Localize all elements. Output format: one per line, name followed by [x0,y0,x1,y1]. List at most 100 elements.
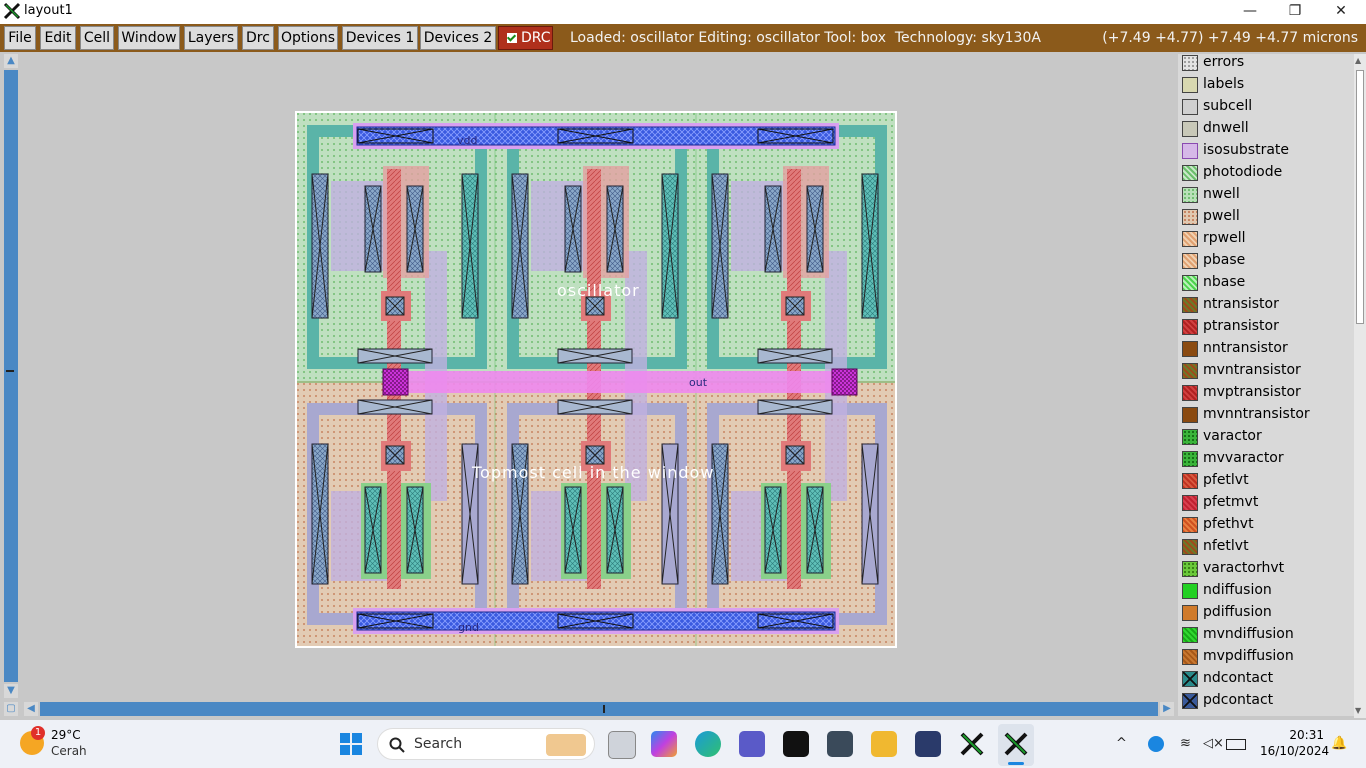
layer-swatch-icon [1182,517,1198,533]
maximize-button[interactable]: ❐ [1272,0,1318,24]
taskbar-search[interactable]: Search [377,728,595,760]
minimize-button[interactable]: — [1227,0,1273,24]
cell-name-label: oscillator [557,281,640,300]
scroll-left-arrow-icon[interactable]: ◀ [24,702,38,716]
security-icon[interactable] [1148,736,1164,752]
battery-icon[interactable] [1226,739,1246,750]
layer-name: mvnntransistor [1203,406,1310,422]
layer-swatch-icon [1182,495,1198,511]
file-explorer-icon[interactable] [871,731,897,757]
layer-name: pdcontact [1203,692,1274,708]
layer-swatch-icon [1182,429,1198,445]
close-button[interactable]: ✕ [1318,0,1364,24]
xming-x-icon [3,2,21,20]
layer-name: nbase [1203,274,1246,290]
windows-start-icon[interactable] [339,732,363,756]
menu-layers[interactable]: Layers [184,26,238,50]
copilot-icon[interactable] [651,731,677,757]
coordinate-readout: (+7.49 +4.77) +7.49 +4.77 microns [1102,30,1358,46]
notification-badge: 1 [31,726,45,740]
checkbox-icon [507,33,517,43]
active-indicator [1008,762,1024,765]
zoom-box-icon[interactable]: ▢ [4,702,18,716]
menu-devices-2[interactable]: Devices 2 [420,26,496,50]
search-icon [389,737,405,753]
layer-palette: errors labels subcell dnwell isosubstrat… [1178,54,1354,716]
layer-name: mvntransistor [1203,362,1301,378]
window-title: layout1 [24,3,73,18]
menu-file[interactable]: File [4,26,36,50]
scroll-down-arrow-icon[interactable]: ▼ [4,684,18,698]
menu-options[interactable]: Options [278,26,338,50]
layer-name: varactorhvt [1203,560,1285,576]
layer-name: ptransistor [1203,318,1279,334]
layer-name: errors [1203,54,1245,70]
layer-panel-scrollbar[interactable]: ▲ ▼ [1354,54,1366,718]
layer-swatch-icon [1182,539,1198,555]
layer-name: mvpdiffusion [1203,648,1294,664]
scroll-right-arrow-icon[interactable]: ▶ [1160,702,1174,716]
notification-bell-icon[interactable]: 🔔 [1331,736,1347,751]
chevron-up-icon[interactable]: ^ [1116,736,1127,751]
layer-swatch-icon [1182,143,1198,159]
layer-name: ndcontact [1203,670,1274,686]
layer-name: subcell [1203,98,1253,114]
drc-toggle[interactable]: DRC [498,26,553,50]
teams-icon[interactable] [739,731,765,757]
menu-window[interactable]: Window [118,26,180,50]
layer-name: rpwell [1203,230,1246,246]
layer-name: pfethvt [1203,516,1254,532]
scroll-up-arrow-icon[interactable]: ▲ [1355,56,1361,65]
vertical-scrollbar[interactable] [4,70,18,682]
menu-cell[interactable]: Cell [80,26,114,50]
layer-swatch-icon [1182,671,1198,687]
search-label: Search [414,736,463,752]
task-view-icon[interactable] [608,731,636,759]
layer-swatch-icon [1182,209,1198,225]
search-highlight-icon [546,734,586,756]
layer-swatch-icon [1182,165,1198,181]
horizontal-scrollbar[interactable] [40,702,1158,716]
clock-date[interactable]: 16/10/2024 [1260,744,1329,758]
xming-x-active-icon[interactable] [1003,731,1029,757]
xming-x-icon[interactable] [959,731,985,757]
layer-swatch-icon [1182,187,1198,203]
menu-drc[interactable]: Drc [242,26,274,50]
edge-browser-icon[interactable] [695,731,721,757]
menu-edit[interactable]: Edit [40,26,76,50]
layer-swatch-icon [1182,605,1198,621]
weather-temperature: 29°C [51,728,81,742]
layer-name: mvvaractor [1203,450,1284,466]
out-label: out [689,376,708,389]
layer-name: nntransistor [1203,340,1288,356]
menu-devices-1[interactable]: Devices 1 [342,26,418,50]
layer-name: nwell [1203,186,1240,202]
layer-name: ndiffusion [1203,582,1272,598]
layer-name: isosubstrate [1203,142,1290,158]
layer-swatch-icon [1182,627,1198,643]
layer-swatch-icon [1182,649,1198,665]
cell-layout-drawing[interactable] [295,111,897,648]
scrollbar-thumb[interactable] [1356,70,1364,324]
scroll-up-arrow-icon[interactable]: ▲ [4,54,18,68]
layer-swatch-icon [1182,583,1198,599]
layer-name: labels [1203,76,1245,92]
layer-name: ntransistor [1203,296,1279,312]
layer-swatch-icon [1182,319,1198,335]
wifi-icon[interactable]: ≋ [1180,736,1191,751]
snipping-tool-icon[interactable] [827,731,853,757]
layer-swatch-icon [1182,693,1198,709]
layer-swatch-icon [1182,451,1198,467]
layer-swatch-icon [1182,341,1198,357]
topmost-cell-hint: Topmost cell in the window [472,463,715,482]
layer-swatch-icon [1182,561,1198,577]
layer-name: pdiffusion [1203,604,1272,620]
scroll-down-arrow-icon[interactable]: ▼ [1355,706,1361,715]
layer-swatch-icon [1182,99,1198,115]
capcut-icon[interactable] [783,731,809,757]
title-bar: layout1 — ❐ ✕ [0,0,1366,24]
network-app-icon[interactable] [915,731,941,757]
clock-time[interactable]: 20:31 [1288,728,1324,742]
vdd-label: vdd [457,134,478,147]
volume-muted-icon[interactable]: ◁× [1203,736,1224,751]
